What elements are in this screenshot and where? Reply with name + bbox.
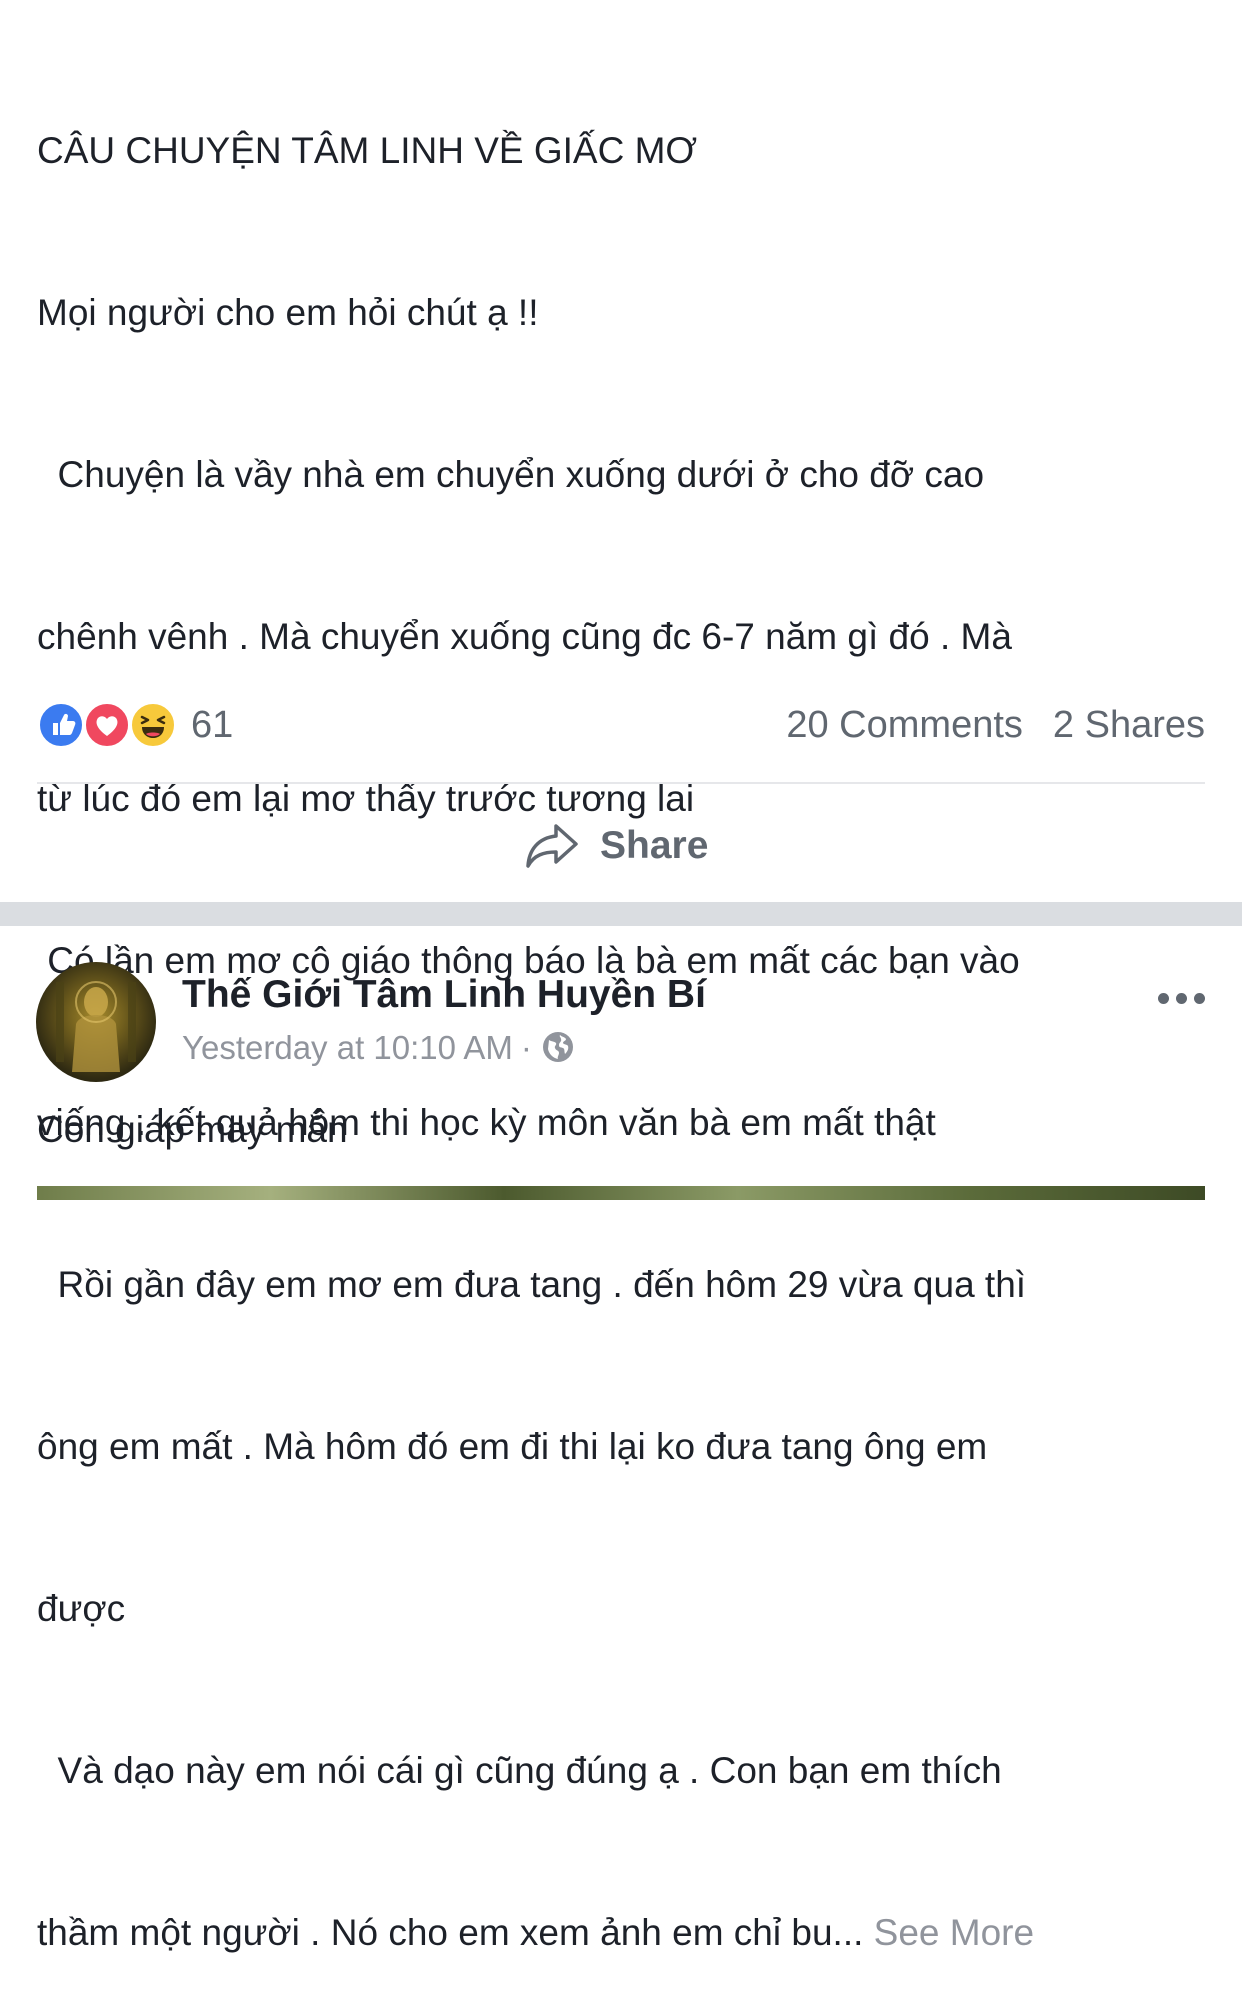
dot: [1158, 993, 1169, 1004]
post-line: Và dạo này em nói cái gì cũng đúng ạ . C…: [37, 1750, 1002, 1791]
meta-separator: ·: [520, 1029, 532, 1066]
dot: [1176, 993, 1187, 1004]
post-timestamp[interactable]: Yesterday at 10:10 AM: [182, 1029, 513, 1066]
reactions-row: 61 20 Comments 2 Shares: [37, 698, 1205, 754]
reaction-count[interactable]: 61: [191, 698, 233, 752]
page-avatar[interactable]: [36, 962, 156, 1082]
haha-icon: [129, 701, 177, 749]
share-arrow-icon: [526, 824, 578, 868]
post-line: CÂU CHUYỆN TÂM LINH VỀ GIẤC MƠ: [37, 130, 698, 171]
post-line: được: [37, 1588, 126, 1629]
like-icon: [37, 701, 85, 749]
post-line: ông em mất . Mà hôm đó em đi thi lại ko …: [37, 1426, 988, 1467]
post-text: Con giáp may mắn: [37, 1109, 348, 1150]
divider: [37, 782, 1205, 784]
post-last-line: thầm một người . Nó cho em xem ảnh em ch…: [37, 1906, 1207, 1960]
post-header: Thế Giới Tâm Linh Huyền Bí Yesterday at …: [0, 926, 1242, 1082]
shares-count-link[interactable]: 2 Shares: [1053, 704, 1205, 746]
dot: [1194, 993, 1205, 1004]
post-line-truncated: thầm một người . Nó cho em xem ảnh em ch…: [37, 1912, 864, 1953]
post-image[interactable]: [37, 1186, 1205, 1200]
love-icon: [83, 701, 131, 749]
engagement-counts: 20 Comments 2 Shares: [756, 698, 1205, 752]
post-line: Mọi người cho em hỏi chút ạ !!: [37, 292, 539, 333]
reaction-icons[interactable]: [37, 701, 187, 749]
share-button[interactable]: Share: [524, 816, 744, 876]
avatar-figure-image: [56, 981, 136, 1072]
page-name-link[interactable]: Thế Giới Tâm Linh Huyền Bí: [182, 968, 706, 1022]
post-meta: Yesterday at 10:10 AM ·: [182, 1022, 576, 1074]
post-line: Rồi gần đây em mơ em đưa tang . đến hôm …: [37, 1264, 1027, 1305]
globe-icon: [542, 1032, 573, 1063]
post-line: Chuyện là vầy nhà em chuyển xuống dưới ở…: [37, 454, 985, 495]
feed-separator: [0, 902, 1242, 926]
share-label: Share: [600, 824, 709, 867]
see-more-link[interactable]: See More: [874, 1912, 1034, 1953]
more-options-icon[interactable]: [1156, 982, 1206, 1012]
comments-count-link[interactable]: 20 Comments: [786, 704, 1023, 746]
post-line: chênh vênh . Mà chuyển xuống cũng đc 6-7…: [37, 616, 1012, 657]
